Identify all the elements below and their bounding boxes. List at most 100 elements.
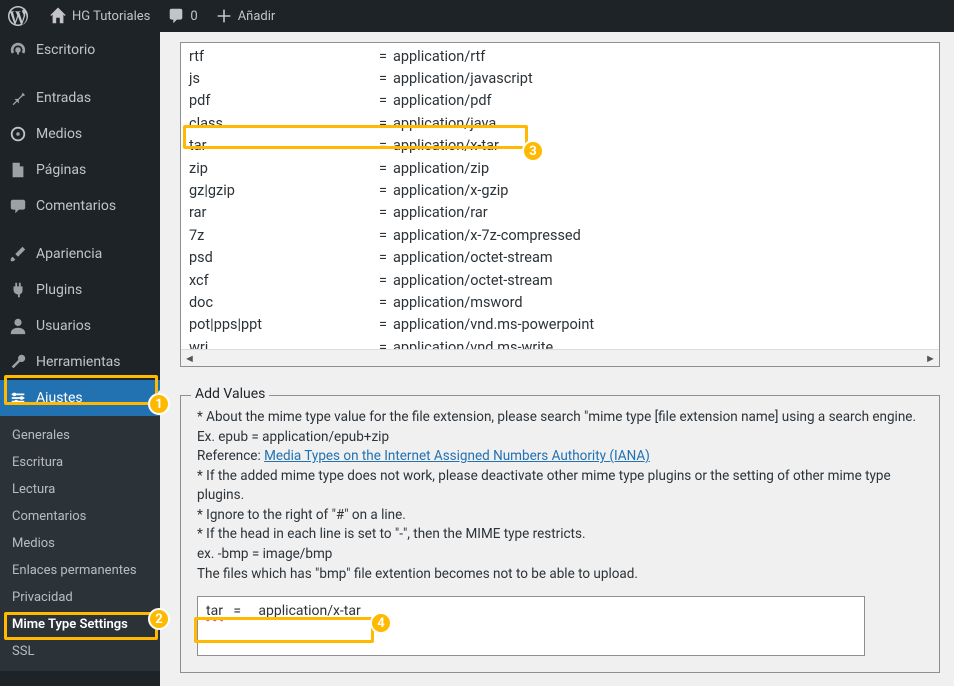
mime-ext: xcf — [189, 272, 379, 289]
menu-appearance-label: Apariencia — [36, 246, 102, 262]
iana-link[interactable]: Media Types on the Internet Assigned Num… — [264, 448, 650, 464]
mime-row: psd= application/octet-stream — [189, 247, 931, 269]
menu-media[interactable]: Medios — [0, 116, 160, 152]
menu-plugins[interactable]: Plugins — [0, 272, 160, 308]
equals-sign: = — [379, 115, 393, 132]
plug-icon — [8, 280, 28, 300]
mime-value: application/rtf — [393, 48, 485, 65]
user-icon — [8, 316, 28, 336]
submenu-ssl[interactable]: SSL — [0, 638, 160, 665]
mime-ext: pot|pps|ppt — [189, 316, 379, 333]
horizontal-scrollbar[interactable]: ◄ ► — [181, 349, 939, 366]
equals-sign: = — [379, 48, 393, 65]
submenu-reading[interactable]: Lectura — [0, 476, 160, 503]
mime-ext: tar — [189, 137, 379, 154]
menu-pages[interactable]: Páginas — [0, 152, 160, 188]
menu-tools-label: Herramientas — [36, 354, 121, 370]
menu-comments-label: Comentarios — [36, 198, 116, 214]
callout-badge-3: 3 — [522, 140, 544, 162]
mime-ext: doc — [189, 294, 379, 311]
mime-value: application/msword — [393, 294, 523, 311]
brush-icon — [8, 244, 28, 264]
mime-value: application/x-7z-compressed — [393, 227, 581, 244]
plus-icon — [214, 6, 234, 26]
equals-sign: = — [379, 272, 393, 289]
site-name-link[interactable]: HG Tutoriales — [40, 0, 158, 32]
media-icon — [8, 124, 28, 144]
mime-value: application/vnd.ms-powerpoint — [393, 316, 594, 333]
menu-dashboard[interactable]: Escritorio — [0, 32, 160, 68]
mime-value: application/javascript — [393, 70, 533, 87]
admin-bar: HG Tutoriales 0 Añadir — [0, 0, 954, 32]
reference-label: Reference: — [197, 448, 264, 464]
comment-icon — [166, 6, 186, 26]
menu-users[interactable]: Usuarios — [0, 308, 160, 344]
scroll-right-icon[interactable]: ► — [922, 350, 939, 367]
new-content-link[interactable]: Añadir — [206, 0, 284, 32]
comments-count: 0 — [190, 9, 197, 24]
dashboard-icon — [8, 40, 28, 60]
help-line-3: * If the added mime type does not work, … — [197, 467, 923, 506]
home-icon — [48, 6, 68, 26]
help-reference-line: Reference: Media Types on the Internet A… — [197, 447, 923, 467]
mime-row: xcf= application/octet-stream — [189, 269, 931, 291]
mime-row: doc= application/msword — [189, 291, 931, 313]
menu-media-label: Medios — [36, 126, 82, 142]
submenu-general[interactable]: Generales — [0, 422, 160, 449]
menu-users-label: Usuarios — [36, 318, 91, 334]
submenu-media[interactable]: Medios — [0, 530, 160, 557]
mime-row: class= application/java — [189, 112, 931, 134]
mime-value: application/rar — [393, 204, 488, 221]
equals-sign: = — [379, 182, 393, 199]
menu-plugins-label: Plugins — [36, 282, 82, 298]
menu-posts[interactable]: Entradas — [0, 80, 160, 116]
add-label: Añadir — [238, 9, 276, 24]
submenu-privacy[interactable]: Privacidad — [0, 584, 160, 611]
mime-row: tar= application/x-tar — [189, 135, 931, 157]
submenu-permalinks[interactable]: Enlaces permanentes — [0, 557, 160, 584]
mime-row: pot|pps|ppt= application/vnd.ms-powerpoi… — [189, 314, 931, 336]
mime-row: rtf= application/rtf — [189, 45, 931, 67]
submenu-writing[interactable]: Escritura — [0, 449, 160, 476]
mime-row: rar= application/rar — [189, 202, 931, 224]
menu-appearance[interactable]: Apariencia — [0, 236, 160, 272]
mime-row: gz|gzip= application/x-gzip — [189, 179, 931, 201]
callout-badge-1: 1 — [148, 393, 170, 415]
settings-submenu: Generales Escritura Lectura Comentarios … — [0, 416, 160, 671]
mime-ext: psd — [189, 249, 379, 266]
mime-value: application/zip — [393, 160, 489, 177]
mime-ext: zip — [189, 160, 379, 177]
menu-settings[interactable]: Ajustes — [0, 380, 160, 416]
equals-sign: = — [379, 294, 393, 311]
submenu-discussion[interactable]: Comentarios — [0, 503, 160, 530]
mime-ext: rar — [189, 204, 379, 221]
menu-comments[interactable]: Comentarios — [0, 188, 160, 224]
menu-tools[interactable]: Herramientas — [0, 344, 160, 380]
mime-value: application/x-tar — [393, 137, 499, 154]
add-values-fieldset: Add Values * About the mime type value f… — [180, 395, 940, 673]
scroll-left-icon[interactable]: ◄ — [181, 350, 198, 367]
wrench-icon — [8, 352, 28, 372]
pin-icon — [8, 88, 28, 108]
mime-types-textarea[interactable]: tar = application/x-tar — [197, 596, 865, 656]
settings-icon — [8, 388, 28, 408]
equals-sign: = — [379, 137, 393, 154]
equals-sign: = — [379, 316, 393, 333]
callout-badge-2: 2 — [148, 608, 170, 630]
mime-ext: gz|gzip — [189, 182, 379, 199]
submenu-mime-type-settings[interactable]: Mime Type Settings — [0, 611, 160, 638]
mime-ext: class — [189, 115, 379, 132]
mime-types-list: rtf= application/rtfjs= application/java… — [181, 43, 939, 360]
help-line-2: Ex. epub = application/epub+zip — [197, 428, 923, 448]
mime-value: application/octet-stream — [393, 249, 553, 266]
mime-ext: pdf — [189, 92, 379, 109]
mime-ext: 7z — [189, 227, 379, 244]
content-area: rtf= application/rtfjs= application/java… — [160, 32, 954, 686]
menu-dashboard-label: Escritorio — [36, 42, 95, 58]
mime-value: application/x-gzip — [393, 182, 508, 199]
comments-link[interactable]: 0 — [158, 0, 205, 32]
add-values-legend: Add Values — [191, 386, 269, 402]
mime-row: zip= application/zip — [189, 157, 931, 179]
wp-logo[interactable] — [0, 0, 40, 32]
equals-sign: = — [379, 92, 393, 109]
